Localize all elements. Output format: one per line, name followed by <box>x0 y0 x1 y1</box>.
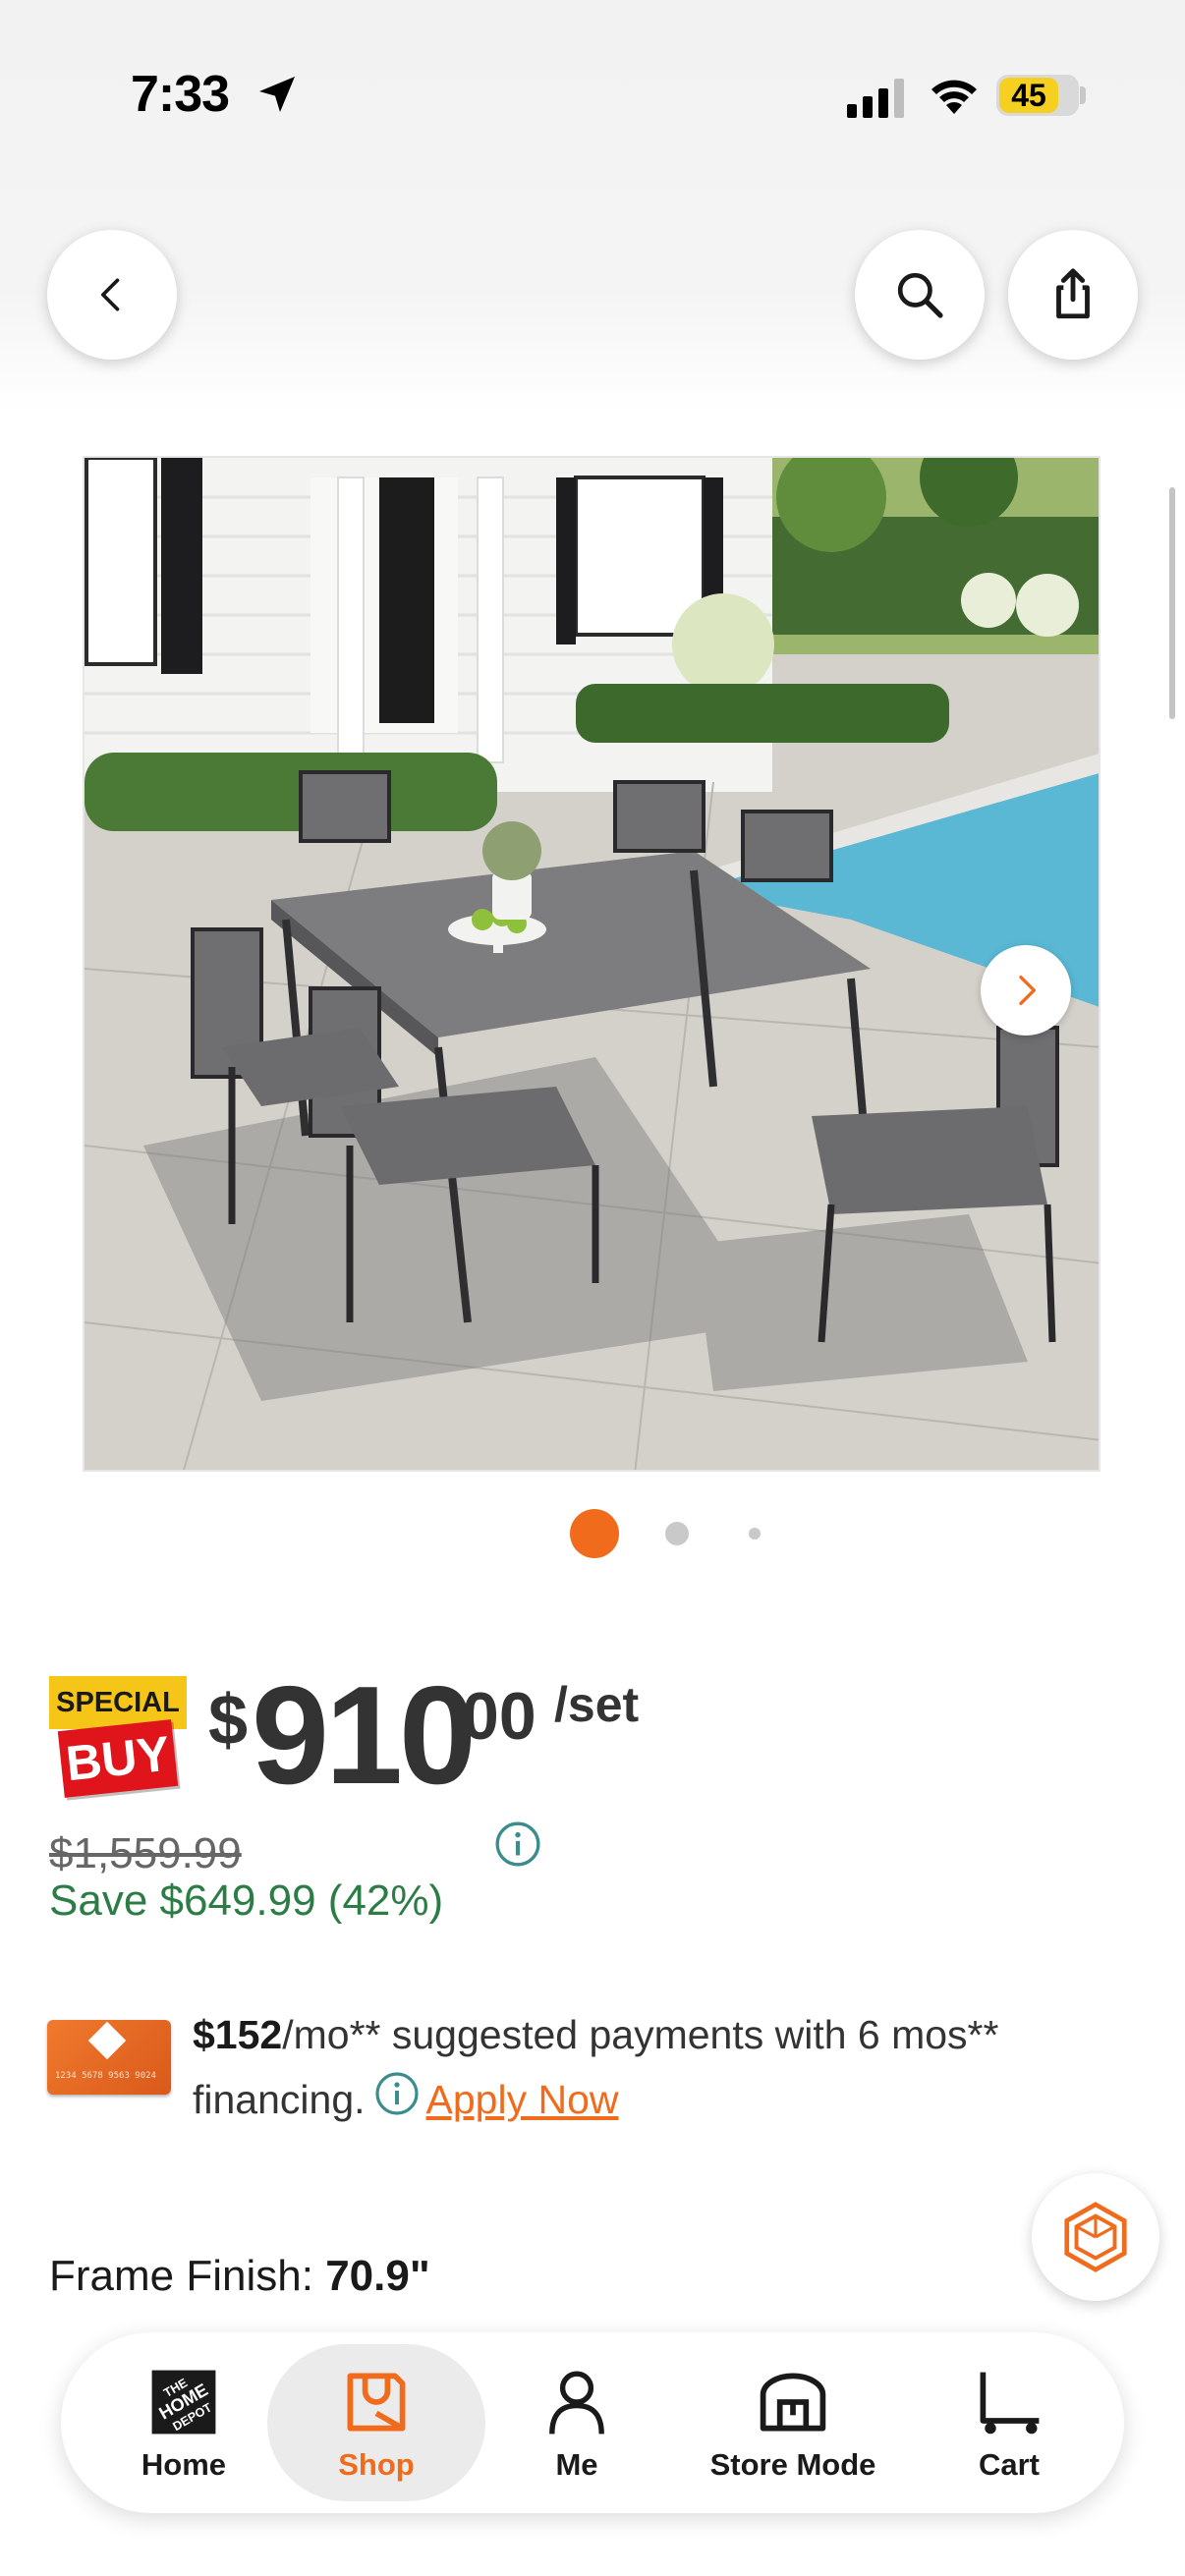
tab-home-label: Home <box>141 2447 227 2482</box>
frame-finish-option[interactable]: Frame Finish: 70.9" <box>49 2252 430 2301</box>
status-bar: 7:33 45 <box>0 0 1185 147</box>
pagination-dot[interactable] <box>665 1522 689 1545</box>
tab-me-label: Me <box>555 2447 598 2482</box>
share-button[interactable] <box>1008 230 1138 360</box>
cart-icon <box>970 2363 1048 2441</box>
patio-scene-illustration <box>85 458 1099 1470</box>
price-cents: 00 <box>462 1679 536 1754</box>
tab-store-mode[interactable]: Store Mode <box>670 2344 916 2501</box>
back-button[interactable] <box>47 230 177 360</box>
apply-now-link[interactable]: Apply Now <box>426 2077 619 2122</box>
battery-nub <box>1080 86 1086 104</box>
tab-bar: THE HOME DEPOT Home Shop Me Store Mode C… <box>61 2332 1124 2513</box>
buy-label: BUY <box>57 1719 179 1798</box>
share-icon <box>1056 268 1090 319</box>
location-arrow-icon <box>259 77 295 112</box>
tab-cart-label: Cart <box>978 2447 1040 2482</box>
savings-text: Save $649.99 (42%) <box>49 1876 444 1925</box>
price-unit: /set <box>554 1677 640 1732</box>
product-image[interactable] <box>83 456 1100 1472</box>
info-icon[interactable] <box>373 2070 421 2117</box>
chevron-left-icon <box>101 278 120 311</box>
tab-me[interactable]: Me <box>503 2344 650 2501</box>
pagination-dot-active[interactable] <box>570 1509 619 1558</box>
card-logo-icon <box>87 2021 127 2060</box>
tab-store-mode-label: Store Mode <box>709 2447 876 2482</box>
scroll-indicator <box>1169 487 1175 719</box>
status-time: 7:33 <box>131 66 230 123</box>
store-icon <box>754 2363 832 2441</box>
person-icon <box>537 2363 616 2441</box>
image-pagination <box>0 1509 1185 1558</box>
frame-finish-label: Frame Finish: <box>49 2252 313 2300</box>
price-dollars: 910 <box>252 1657 477 1814</box>
tab-cart[interactable]: Cart <box>935 2344 1083 2501</box>
tab-shop-label: Shop <box>338 2447 415 2482</box>
battery-level: 45 <box>1011 78 1046 113</box>
price-currency: $ <box>208 1681 249 1760</box>
financing-text: $152/mo** suggested payments with 6 mos*… <box>193 2002 1077 2132</box>
frame-finish-value: 70.9" <box>325 2252 430 2300</box>
shop-icon <box>337 2363 416 2441</box>
next-image-button[interactable] <box>981 945 1071 1036</box>
chevron-right-icon <box>1019 976 1036 1005</box>
was-price: $1,559.99 <box>49 1829 242 1877</box>
card-number: 1234 5678 9563 9024 <box>55 2071 156 2081</box>
battery-indicator: 45 <box>996 75 1079 116</box>
home-depot-logo-icon: THE HOME DEPOT <box>144 2363 223 2441</box>
search-icon <box>897 272 943 318</box>
search-button[interactable] <box>855 230 985 360</box>
pagination-dot[interactable] <box>749 1528 761 1540</box>
special-buy-badge: SPECIAL BUY <box>49 1676 187 1802</box>
financing-amount: $152 <box>193 2012 283 2057</box>
info-icon[interactable] <box>493 1820 542 1869</box>
tab-home[interactable]: THE HOME DEPOT Home <box>100 2344 267 2501</box>
wifi-icon <box>931 80 977 114</box>
tab-shop[interactable]: Shop <box>267 2344 485 2501</box>
assistant-button[interactable] <box>1032 2173 1159 2301</box>
cellular-signal-icon <box>847 79 904 118</box>
credit-card-image: 1234 5678 9563 9024 <box>47 2020 171 2095</box>
hexagon-assistant-icon <box>1064 2202 1127 2272</box>
